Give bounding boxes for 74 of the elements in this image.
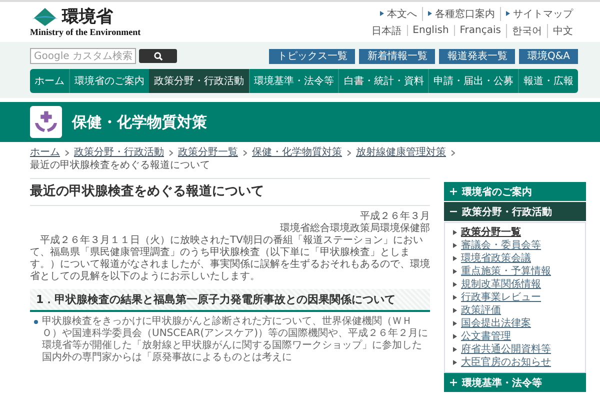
triangle-icon [506,11,510,16]
language-link[interactable]: 한국어 [506,24,547,38]
triangle-icon [453,334,457,339]
nav-tab[interactable]: 白書・統計・資料 [338,69,428,93]
language-link[interactable]: English [406,25,454,36]
language-link[interactable]: 中文 [547,24,578,38]
sidebar-link[interactable]: 環境省政策会議 [453,252,585,265]
sidebar-link[interactable]: 行政事業レビュー [453,291,585,304]
quick-link-button[interactable]: 報道発表一覧 [439,48,516,64]
breadcrumb-link[interactable]: ホーム [30,146,60,159]
breadcrumb-link[interactable]: 政策分野・行政活動 [74,146,164,159]
triangle-icon [453,269,457,274]
plus-icon [450,188,457,195]
utility-link[interactable]: 各種窓口案内 [422,6,500,20]
plus-icon [450,379,457,386]
utility-link[interactable]: 本文へ [375,6,422,20]
triangle-icon [453,360,457,365]
chevron-icon [451,150,455,156]
quick-link-button[interactable]: 新着情報一覧 [359,48,436,64]
sidebar-link[interactable]: 大臣官房のお知らせ [453,356,585,369]
triangle-icon [453,282,457,287]
logo-subtitle: Ministry of the Environment [30,27,141,37]
sidebar-link[interactable]: 審議会・委員会等 [453,239,585,252]
article-date: 平成２６年３月 [359,211,430,222]
bullet-text: 甲状腺検査をきっかけに甲状腺がんと診断された方について、世界保健機関（ＷＨＯ）や国連科学委員会（UNSCEAR(アンスケア)）等の国際機関や、平成２６年２月に環境省等が開催した「放射線と甲状腺がんに関する国際ワークショップ」に参加した国内外の専門家からは「原発事故によるものとは考えに [42,316,430,364]
logo-name: 環境省 [62,8,113,26]
sidebar-link[interactable]: 政策評価 [453,304,585,317]
search-field[interactable]: Google カスタム検索 [30,48,136,64]
triangle-icon [428,11,432,16]
triangle-icon [453,347,457,352]
triangle-icon [380,11,384,16]
language-link[interactable]: 日本語 [366,24,407,38]
nav-tab[interactable]: ホーム [30,69,69,93]
utility-link[interactable]: サイトマップ [500,6,578,20]
article-author: 環境省総合環境政策局環境保健部 [279,223,430,234]
sidebar-link[interactable]: 規制改革関係情報 [453,278,585,291]
triangle-icon [453,308,457,313]
bullet-icon [34,320,38,324]
chevron-icon [347,150,351,156]
sidebar-section[interactable]: 環境省のご案内 [444,182,586,202]
sidebar-link[interactable]: 公文書管理 [453,330,585,343]
sidebar-link[interactable]: 政策分野一覧 [453,226,585,239]
intro-paragraph: 平成２６年３月１１日（火）に放映されたTV朝日の番組「報道ステーション」において、福島県「県民健康管理調査」のうち甲状腺検査（以下単に「甲状腺検査」とします。）について報道がなされましたが、事実関係に誤解を生ずるおそれもあるので、環境省としての見解を以下のようにお示しいたします。 [30,235,430,283]
triangle-icon [453,243,457,248]
chevron-icon [169,150,173,156]
breadcrumb-link[interactable]: 保健・化学物質対策 [252,146,342,159]
nav-tab[interactable]: 申請・届出・公募 [428,69,518,93]
breadcrumb-link[interactable]: 放射線健康管理対策 [356,146,446,159]
nav-tab[interactable]: 報道・広報 [518,69,578,93]
triangle-icon [453,230,457,235]
chevron-icon [65,150,69,156]
chevron-icon [243,150,247,156]
quick-link-button[interactable]: トピックス一覧 [269,48,356,64]
section-banner-title: 保健・化学物質対策 [72,112,207,132]
language-link[interactable]: Français [454,25,506,36]
search-button[interactable] [139,49,177,63]
triangle-icon [453,295,457,300]
sidebar-section[interactable]: 環境基準・法令等 [444,373,586,393]
logo-icon [30,7,60,27]
triangle-icon [453,321,457,326]
triangle-icon [453,256,457,261]
nav-tab[interactable]: 政策分野・行政活動 [148,69,249,93]
current-page-title: 最近の甲状腺検査をめぐる報道について [30,159,210,172]
sidebar-link[interactable]: 府省共通公開資料等 [453,343,585,356]
sidebar-link[interactable]: 国会提出法律案 [453,317,585,330]
search-icon [154,52,162,60]
quick-link-button[interactable]: 環境Q&A [519,48,578,64]
section-heading: 1．甲状腺検査の結果と福島第一原子力発電所事故との因果関係について [30,289,430,312]
article-title: 最近の甲状腺検査をめぐる報道について [30,178,430,206]
minus-icon [450,208,457,215]
sidebar-link[interactable]: 重点施策・予算情報 [453,265,585,278]
nav-tab[interactable]: 環境基準・法令等 [248,69,338,93]
breadcrumb-link[interactable]: 政策分野一覧 [178,146,238,159]
sidebar-section[interactable]: 政策分野・行政活動 [444,202,586,222]
